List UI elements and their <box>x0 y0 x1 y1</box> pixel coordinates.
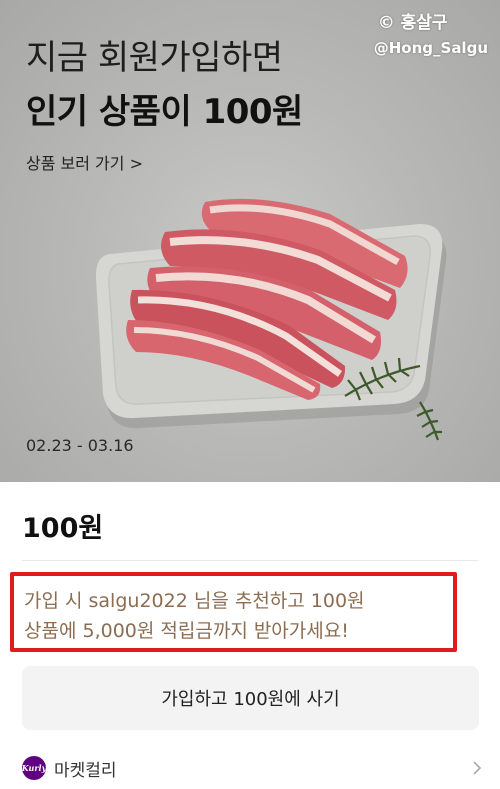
chevron-right-icon <box>473 761 482 775</box>
promo-card: 지금 회원가입하면 인기 상품이 100원 상품 보러 가기 > © 홍살구 @… <box>0 0 500 789</box>
event-date-range: 02.23 - 03.16 <box>26 436 134 455</box>
watermark: © 홍살구 @Hong_Salgu <box>374 8 488 57</box>
signup-buy-button[interactable]: 가입하고 100원에 사기 <box>22 666 479 730</box>
watermark-handle: @Hong_Salgu <box>373 39 488 57</box>
store-link[interactable]: Kurly 마켓컬리 <box>22 754 484 782</box>
promo-banner[interactable]: 지금 회원가입하면 인기 상품이 100원 상품 보러 가기 > © 홍살구 @… <box>0 0 500 482</box>
divider <box>22 560 478 561</box>
watermark-copyright: © 홍살구 <box>377 13 448 33</box>
promo-text-line2: 상품에 5,000원 적립금까지 받아가세요! <box>24 620 349 642</box>
kurly-logo-icon: Kurly <box>22 756 46 780</box>
product-price: 100원 <box>22 513 104 544</box>
promo-text-line1: 가입 시 salgu2022 님을 추천하고 100원 <box>24 590 365 612</box>
headline-line2: 인기 상품이 100원 <box>26 92 303 132</box>
store-name: 마켓컬리 <box>54 760 117 781</box>
referral-promo-highlight: 가입 시 salgu2022 님을 추천하고 100원 상품에 5,000원 적… <box>10 572 457 652</box>
headline-line1: 지금 회원가입하면 <box>26 38 283 78</box>
